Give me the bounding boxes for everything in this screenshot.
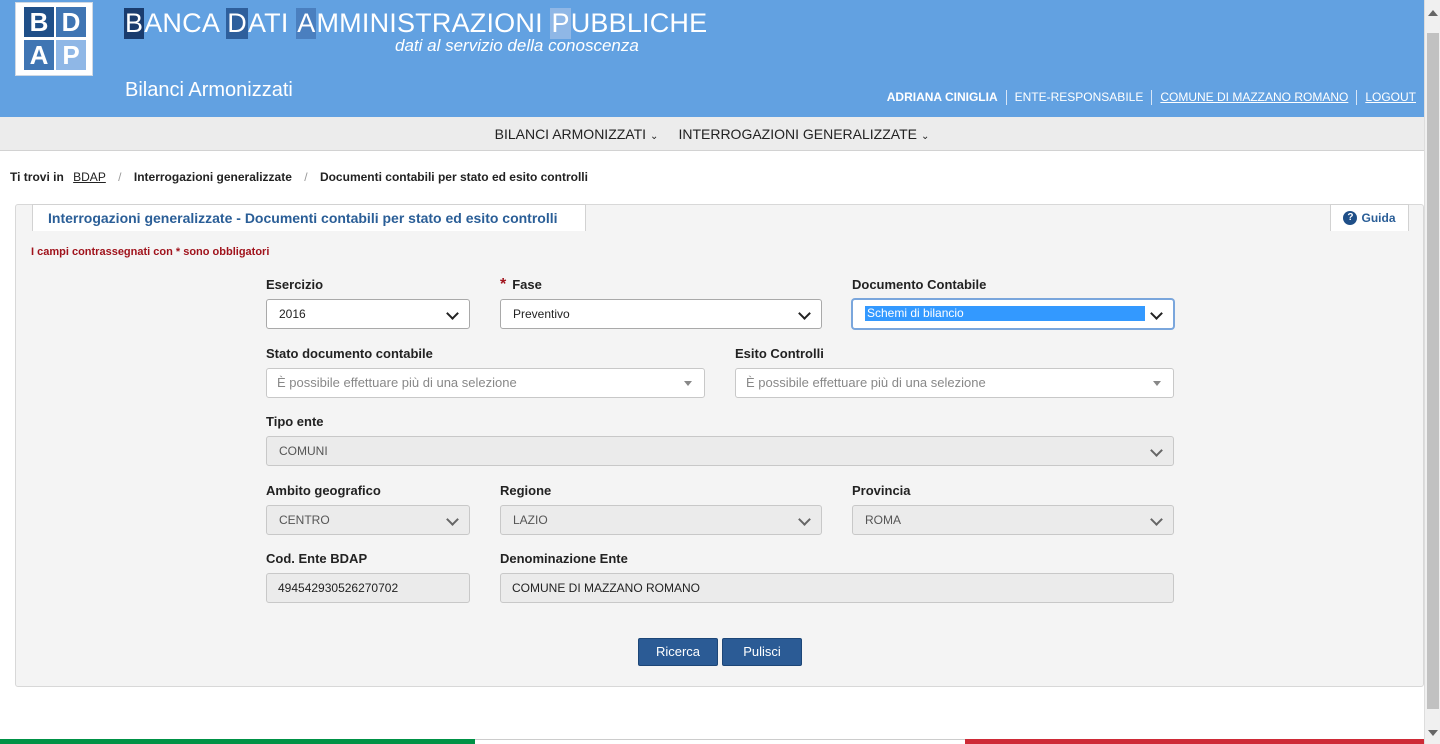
regione-value: LAZIO [513,513,548,527]
breadcrumb-link-bdap[interactable]: BDAP [73,170,106,184]
footer-flag-stripe [0,739,1424,744]
dropdown-arrow-icon [1153,381,1161,386]
logo-letter: P [56,40,86,70]
flag-white [475,739,965,744]
esercizio-label: Esercizio [266,277,324,292]
panel-title: Interrogazioni generalizzate - Documenti… [32,204,586,231]
brand-subtitle: dati al servizio della conoscenza [395,36,639,55]
provincia-value: ROMA [865,513,901,527]
user-bar: ADRIANA CINIGLIA ENTE-RESPONSABILE COMUN… [879,90,1424,105]
provincia-label: Provincia [852,483,911,498]
documento-contabile-label: Documento Contabile [852,277,987,292]
logo-letter: A [24,40,54,70]
logo-letter: B [24,7,54,37]
breadcrumb-current: Documenti contabili per stato ed esito c… [319,170,588,184]
required-fields-note: I campi contrassegnati con * sono obblig… [31,246,270,258]
regione-label: Regione [500,483,552,498]
logo-letter: D [56,7,86,37]
chevron-down-icon: ⌄ [920,130,930,142]
chevron-down-icon [1150,444,1163,457]
cod-ente-label: Cod. Ente BDAP [266,551,368,566]
bdap-logo[interactable]: B D A P [15,2,93,76]
flag-red [965,739,1424,744]
scroll-down-icon[interactable] [1428,730,1438,736]
esercizio-value: 2016 [279,307,306,321]
brand-initial: D [226,8,248,39]
tipo-ente-value: COMUNI [279,444,328,458]
logout-link[interactable]: LOGOUT [1356,90,1424,105]
breadcrumb-label: Ti trovi in [10,170,64,184]
breadcrumb: Ti trovi in BDAP / Interrogazioni genera… [10,170,588,184]
nav-bilanci-armonizzati[interactable]: BILANCI ARMONIZZATI ⌄ [485,126,669,142]
brand-word: MMINISTRAZIONI [316,8,551,38]
site-header: B D A P BANCA DATI AMMINISTRAZIONI PUBBL… [0,0,1424,117]
stato-documento-placeholder: È possibile effettuare più di una selezi… [277,375,517,390]
vertical-scrollbar[interactable] [1424,0,1440,744]
user-name: ADRIANA CINIGLIA [886,90,998,104]
ambito-geografico-value: CENTRO [279,513,330,527]
tipo-ente-label: Tipo ente [266,414,324,429]
nav-label: BILANCI ARMONIZZATI [494,125,647,142]
help-icon: ? [1343,211,1358,225]
user-role: ENTE-RESPONSABILE [1005,90,1152,105]
brand-word: ANCA [144,8,227,38]
scrollbar-thumb[interactable] [1427,33,1439,709]
esito-controlli-label: Esito Controlli [735,346,824,361]
brand-initial: P [550,8,571,39]
brand-word: ATI [247,8,297,38]
regione-select: LAZIO [500,505,822,535]
breadcrumb-separator: / [304,170,308,184]
chevron-down-icon: ⌄ [650,130,659,142]
cod-ente-field: 494542930526270702 [266,573,470,603]
chevron-down-icon [446,307,459,320]
provincia-select: ROMA [852,505,1174,535]
brand-title: BANCA DATI AMMINISTRAZIONI PUBBLICHE [124,8,707,39]
guide-button[interactable]: ? Guida [1330,204,1409,231]
esito-controlli-multiselect[interactable]: È possibile effettuare più di una selezi… [735,368,1174,398]
fase-value: Preventivo [513,307,570,321]
breadcrumb-item: Interrogazioni generalizzate [133,170,292,184]
ambito-geografico-select: CENTRO [266,505,470,535]
chevron-down-icon [1150,513,1163,526]
esito-controlli-placeholder: È possibile effettuare più di una selezi… [746,375,986,390]
stato-documento-label: Stato documento contabile [266,346,433,361]
fase-label-text: Fase [512,277,542,292]
guide-label: Guida [1361,211,1396,225]
chevron-down-icon [446,513,459,526]
brand-initial: A [296,8,317,39]
fase-select[interactable]: Preventivo [500,299,822,329]
esercizio-select[interactable]: 2016 [266,299,470,329]
nav-label: INTERROGAZIONI GENERALIZZATE [678,125,917,142]
app-name: Bilanci Armonizzati [125,79,293,101]
chevron-down-icon [798,513,811,526]
denominazione-ente-label: Denominazione Ente [500,551,628,566]
brand-initial: B [124,8,145,39]
required-mark: * [500,276,507,293]
chevron-down-icon [1150,307,1163,320]
flag-green [0,739,475,744]
documento-contabile-select[interactable]: Schemi di bilancio [852,299,1174,329]
ambito-geografico-label: Ambito geografico [266,483,381,498]
scroll-up-icon[interactable] [1428,10,1438,16]
search-button[interactable]: Ricerca [638,638,718,666]
user-entity-link[interactable]: COMUNE DI MAZZANO ROMANO [1151,90,1356,105]
documento-contabile-value: Schemi di bilancio [865,306,1145,321]
breadcrumb-separator: / [118,170,122,184]
chevron-down-icon [798,307,811,320]
stato-documento-multiselect[interactable]: È possibile effettuare più di una selezi… [266,368,705,398]
denominazione-ente-field: COMUNE DI MAZZANO ROMANO [500,573,1174,603]
brand-word: UBBLICHE [570,8,708,38]
nav-interrogazioni-generalizzate[interactable]: INTERROGAZIONI GENERALIZZATE ⌄ [668,126,939,142]
dropdown-arrow-icon [684,381,692,386]
clear-button[interactable]: Pulisci [722,638,802,666]
main-nav: BILANCI ARMONIZZATI ⌄ INTERROGAZIONI GENE… [0,117,1424,151]
fase-label: * Fase [500,276,542,294]
tipo-ente-select: COMUNI [266,436,1174,466]
